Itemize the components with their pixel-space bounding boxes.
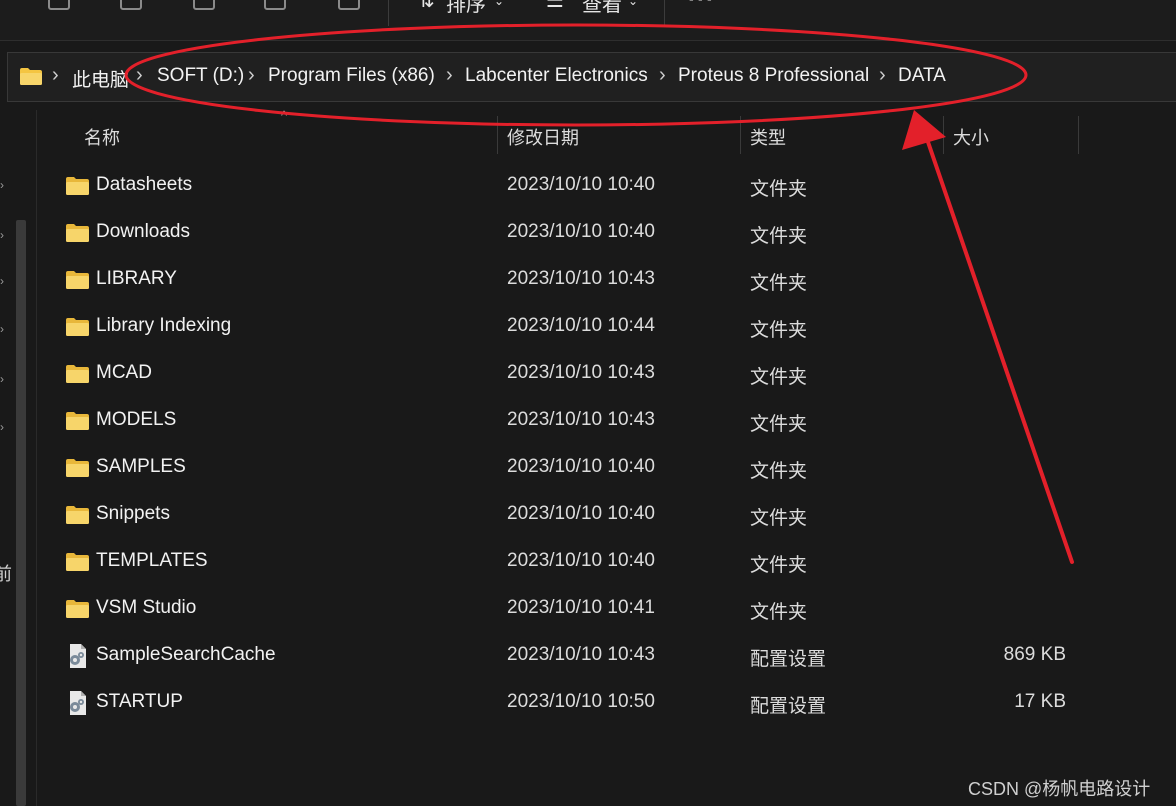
annotation-overlay bbox=[124, 23, 1074, 564]
annotation-arrow-line bbox=[926, 140, 1074, 564]
annotation-arrowhead bbox=[902, 110, 946, 150]
annotation-ellipse bbox=[124, 23, 1028, 127]
